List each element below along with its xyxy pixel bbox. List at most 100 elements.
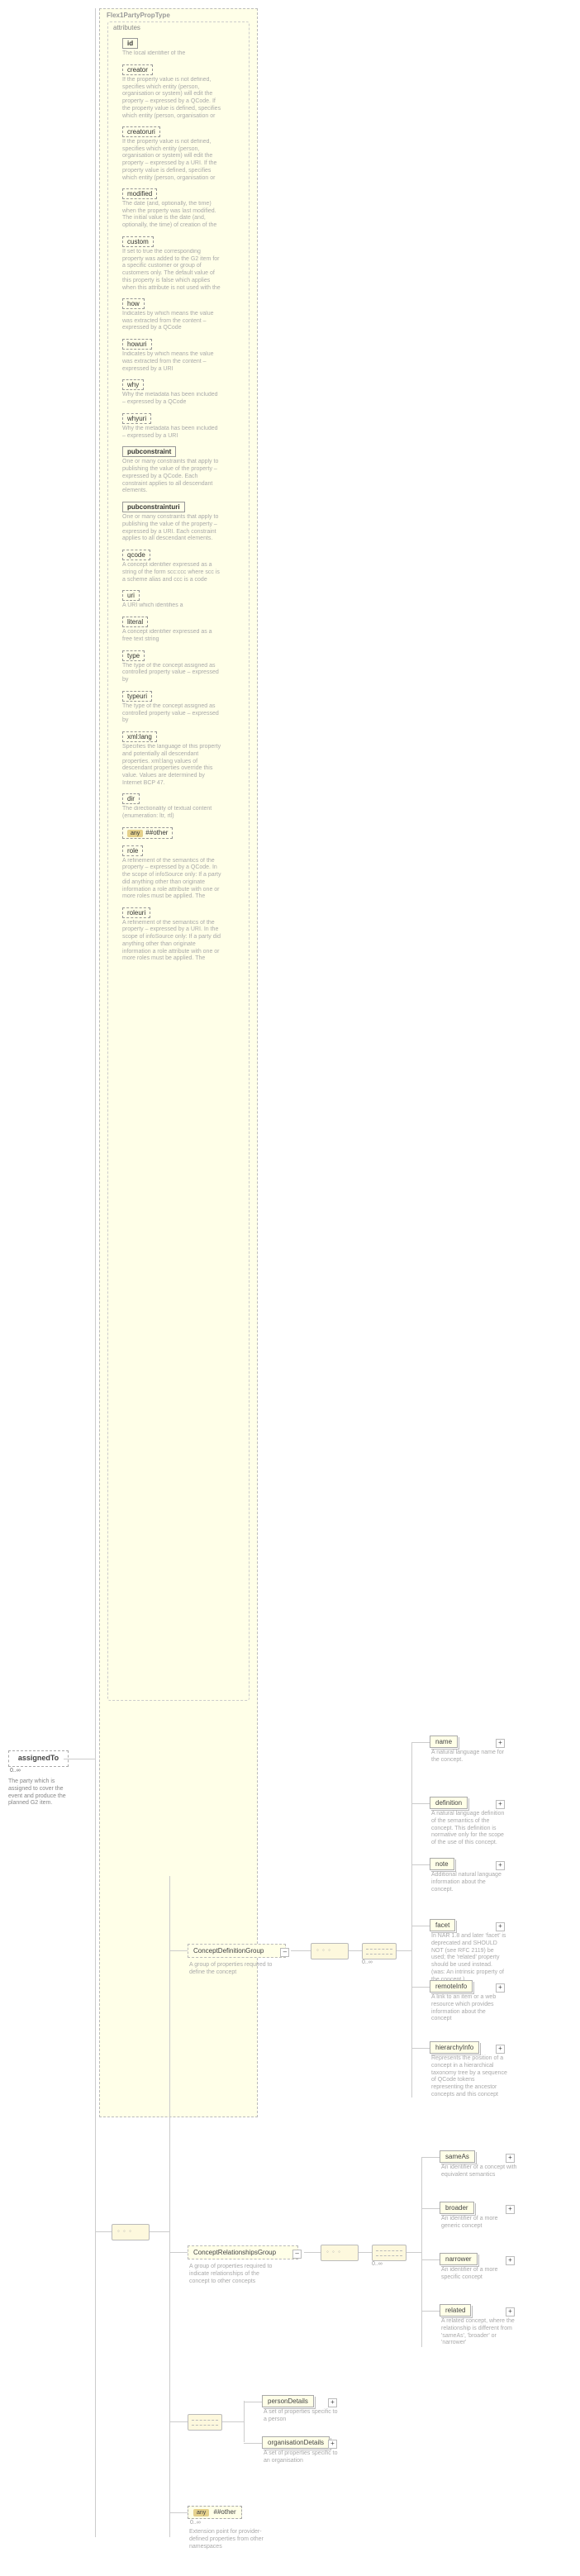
group-desc: A group of properties required to indica…: [189, 2264, 280, 2285]
child-desc: A link to an item or a web resource whic…: [431, 1994, 507, 2023]
attr-qcode: qcodeA concept identifier expressed as a…: [122, 550, 221, 583]
root-element-label: assignedTo: [18, 1754, 59, 1762]
child-broader: broader: [440, 2202, 474, 2214]
attr-xmllang: xml:langSpecifies the language of this p…: [122, 731, 221, 787]
attr-roleuri: roleuriA refinement of the semantics of …: [122, 907, 221, 963]
attr-role: roleA refinement of the semantics of the…: [122, 845, 221, 901]
child-line: [244, 2443, 262, 2444]
line: [95, 2231, 112, 2232]
attr-pubconstrainturi: pubconstrainturiOne or many constraints …: [122, 502, 221, 543]
child-line: [411, 1864, 430, 1865]
child-line: [411, 1742, 430, 1743]
child-desc: A related concept, where the relationshi…: [441, 2318, 517, 2347]
attr-uri: uriA URI which identifies a: [122, 590, 221, 610]
ext-point-box: any ##other: [188, 2506, 242, 2519]
child-line: [411, 1803, 430, 1804]
child-desc: An identifier of a more specific concept: [441, 2267, 517, 2282]
child-line: [421, 2259, 440, 2260]
attr-pubconstraint: pubconstraintOne or many constraints tha…: [122, 446, 221, 495]
child-line: [421, 2157, 440, 2158]
child-line: [411, 1987, 430, 1988]
attr-modified: modifiedThe date (and, optionally, the t…: [122, 188, 221, 230]
child-narrower: narrower: [440, 2253, 478, 2265]
expand-icon[interactable]: +: [506, 2256, 515, 2265]
line: [421, 2157, 422, 2347]
root-desc: The party which is assigned to cover the…: [8, 1778, 74, 1807]
child-related: related: [440, 2304, 471, 2316]
attr-how: howIndicates by which means the value wa…: [122, 298, 221, 332]
choice-party: [188, 2414, 222, 2431]
line: [397, 1950, 411, 1951]
attr-type: typeThe type of the concept assigned as …: [122, 650, 221, 684]
child-desc: A natural language definition of the sem…: [431, 1811, 507, 1847]
ext-card: 0..∞: [190, 2520, 201, 2526]
child-line: [411, 2048, 430, 2049]
attr-howuri: howuriIndicates by which means the value…: [122, 339, 221, 373]
expand-icon[interactable]: +: [496, 1983, 505, 1993]
expand-icon[interactable]: +: [496, 1800, 505, 1809]
child-line: [421, 2311, 440, 2312]
line: [169, 2252, 188, 2253]
expand-icon[interactable]: +: [328, 2440, 337, 2449]
sequence-group1: [321, 2245, 359, 2261]
line: [359, 2252, 372, 2253]
attr-dir: dirThe directionality of textual content…: [122, 793, 221, 821]
child-desc: In NAR 1.8 and later ‘facet’ is deprecat…: [431, 1933, 507, 1983]
choice-group0: [362, 1943, 397, 1959]
child-name: name: [430, 1736, 458, 1748]
expand-icon[interactable]: +: [496, 1739, 505, 1748]
line: [406, 2252, 421, 2253]
attr-custom: customIf set to true the corresponding p…: [122, 236, 221, 292]
child-sameAs: sameAs: [440, 2150, 475, 2163]
child-definition: definition: [430, 1797, 468, 1809]
child-desc: Represents the position of a concept in …: [431, 2055, 507, 2099]
ext-desc: Extension point for provider-defined pro…: [189, 2529, 265, 2550]
line: [244, 2401, 245, 2442]
attr-any: any##other: [122, 827, 221, 839]
ext-label: ##other: [214, 2508, 236, 2516]
sequence-group0: [311, 1943, 349, 1959]
line: [169, 1950, 188, 1951]
cardinality: 0..∞: [362, 1959, 373, 1965]
child-desc: Additional natural language information …: [431, 1872, 507, 1893]
child-desc: A set of properties specific to an organ…: [264, 2450, 340, 2465]
child-line: [421, 2208, 440, 2209]
attribute-stack: idThe local identifier of the creatorIf t…: [122, 38, 221, 969]
line: [169, 1876, 170, 2537]
attr-id: idThe local identifier of the: [122, 38, 221, 58]
expand-icon[interactable]: –: [280, 1948, 289, 1957]
attributes-label: attributes: [113, 24, 140, 31]
any-badge: any: [193, 2509, 209, 2516]
expand-icon[interactable]: +: [506, 2205, 515, 2214]
child-desc: An identifier of a concept with equivale…: [441, 2164, 517, 2179]
attr-typeuri: typeuriThe type of the concept assigned …: [122, 691, 221, 725]
attr-why: whyWhy the metadata has been included – …: [122, 379, 221, 407]
expand-icon[interactable]: +: [496, 2045, 505, 2054]
attr-creatoruri: creatoruriIf the property value is not d…: [122, 126, 221, 182]
child-facet: facet: [430, 1919, 455, 1931]
root-element-box: assignedTo: [8, 1750, 69, 1767]
attr-creator: creatorIf the property value is not defi…: [122, 64, 221, 120]
root-cardinality: 0..∞: [10, 1768, 21, 1774]
group-label: ConceptDefinitionGroup: [193, 1947, 264, 1955]
expand-icon[interactable]: +: [496, 1922, 505, 1931]
expand-icon[interactable]: +: [496, 1861, 505, 1870]
child-personDetails: personDetails: [262, 2395, 314, 2407]
expand-icon[interactable]: –: [292, 2250, 302, 2259]
group-conceptrelationships: ConceptRelationshipsGroup –: [188, 2245, 298, 2259]
group-label: ConceptRelationshipsGroup: [193, 2249, 276, 2256]
expand-icon[interactable]: +: [506, 2154, 515, 2163]
group-conceptdefinition: ConceptDefinitionGroup –: [188, 1944, 286, 1958]
line: [169, 2512, 188, 2513]
line: [304, 2252, 321, 2253]
line: [411, 1742, 412, 2097]
line: [150, 2231, 169, 2232]
line: [222, 2421, 244, 2422]
child-hierarchyInfo: hierarchyInfo: [430, 2041, 479, 2054]
line: [349, 1950, 362, 1951]
group-desc: A group of properties required to define…: [189, 1962, 280, 1977]
sequence-main: [112, 2224, 150, 2240]
child-desc: A natural language name for the concept.: [431, 1750, 507, 1764]
expand-icon[interactable]: +: [328, 2398, 337, 2407]
expand-icon[interactable]: +: [506, 2307, 515, 2316]
